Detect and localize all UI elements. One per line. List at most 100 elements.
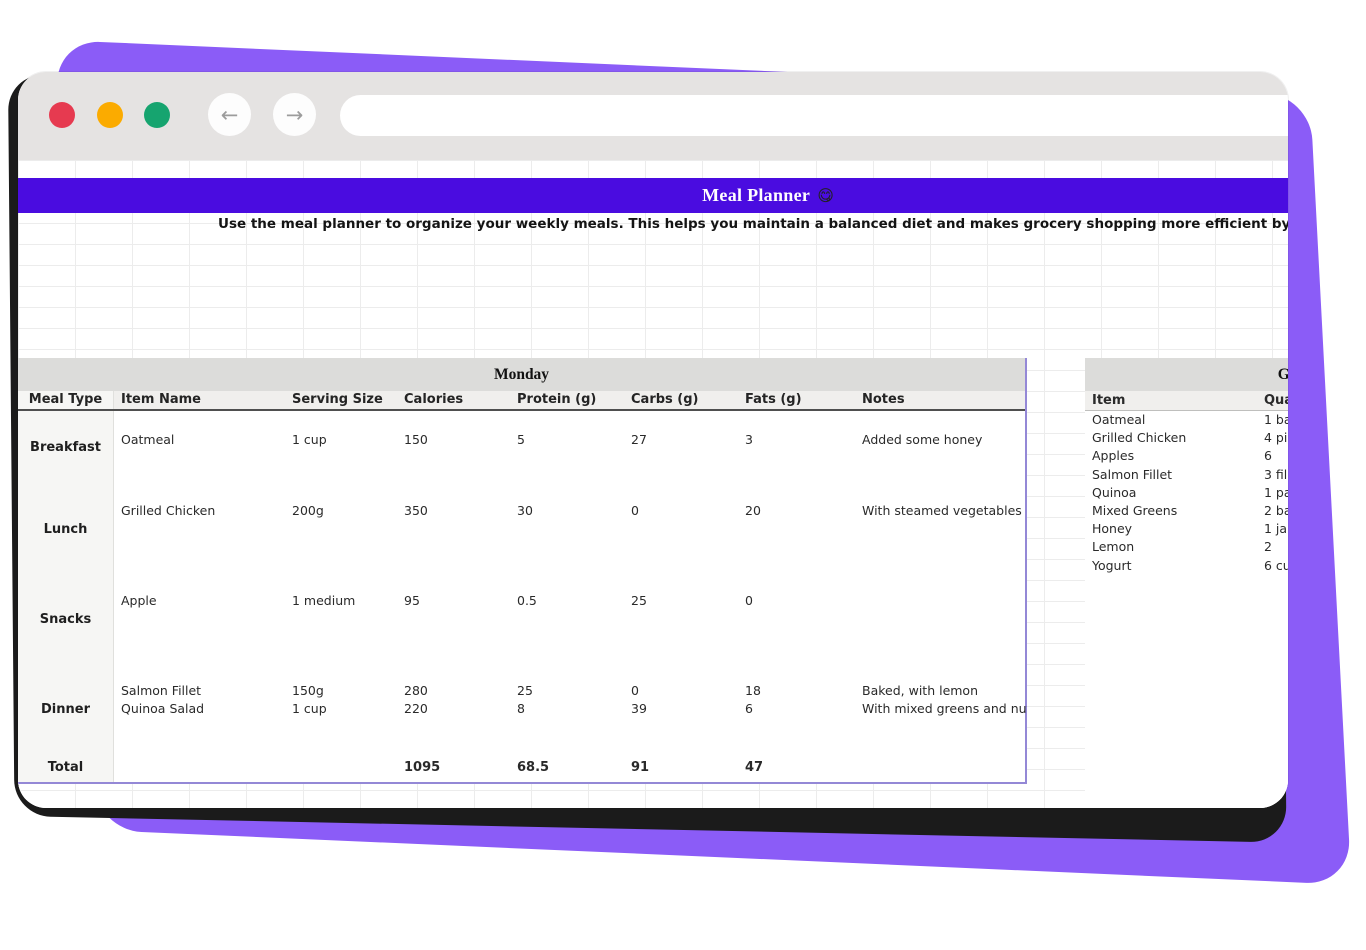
dinner-item-2-calories[interactable]: 220 <box>404 700 510 718</box>
dinner-item-1-fats[interactable]: 18 <box>745 682 855 700</box>
col-header-notes[interactable]: Notes <box>855 391 1027 409</box>
back-arrow-icon: ← <box>220 102 239 127</box>
grocery-item-cell[interactable]: Honey <box>1085 520 1257 538</box>
item-name-cell[interactable]: Apple <box>114 578 285 668</box>
empty-cell <box>114 753 285 782</box>
carbs-cell[interactable]: 25 <box>624 578 738 668</box>
day-header-monday[interactable]: Monday <box>18 358 1025 391</box>
protein-cell[interactable]: 25 8 <box>510 668 624 753</box>
serving-cell[interactable]: 1 cup <box>285 411 397 488</box>
grocery-qty-cell[interactable]: 3 fillets <box>1257 466 1288 484</box>
grocery-qty-cell[interactable]: 2 bags <box>1257 502 1288 520</box>
carbs-cell[interactable]: 27 <box>624 411 738 488</box>
col-header-protein[interactable]: Protein (g) <box>510 391 624 409</box>
grocery-item-cell[interactable]: Quinoa <box>1085 484 1257 502</box>
calories-cell[interactable]: 350 <box>397 488 510 578</box>
grocery-item-cell[interactable]: Grilled Chicken <box>1085 429 1257 447</box>
dinner-item-2-notes[interactable]: With mixed greens and nuts <box>862 700 1027 718</box>
total-fats-cell[interactable]: 47 <box>738 753 855 782</box>
breakfast-row: Breakfast Oatmeal 1 cup 150 5 27 3 Added… <box>18 411 1025 488</box>
grocery-title-monday[interactable]: Grocery List <box>1085 358 1288 391</box>
notes-cell[interactable]: Baked, with lemon With mixed greens and … <box>855 668 1027 753</box>
grocery-row: Quinoa1 pack <box>1085 484 1288 502</box>
forward-button[interactable]: → <box>273 93 316 136</box>
dinner-item-1-name[interactable]: Salmon Fillet <box>121 682 285 700</box>
grocery-qty-cell[interactable]: 1 jar <box>1257 520 1288 538</box>
grocery-item-cell[interactable]: Salmon Fillet <box>1085 466 1257 484</box>
grocery-item-cell[interactable]: Apples <box>1085 447 1257 465</box>
dinner-item-1-serving[interactable]: 150g <box>292 682 397 700</box>
grocery-col-quantity[interactable]: Quantity <box>1257 391 1288 410</box>
total-carbs-cell[interactable]: 91 <box>624 753 738 782</box>
carbs-cell[interactable]: 0 39 <box>624 668 738 753</box>
calories-cell[interactable]: 150 <box>397 411 510 488</box>
protein-cell[interactable]: 0.5 <box>510 578 624 668</box>
back-button[interactable]: ← <box>208 93 251 136</box>
grocery-item-cell[interactable]: Oatmeal <box>1085 411 1257 429</box>
grocery-qty-cell[interactable]: 4 pieces <box>1257 429 1288 447</box>
forward-arrow-icon: → <box>285 102 304 127</box>
item-name-cell[interactable]: Oatmeal <box>114 411 285 488</box>
col-header-carbs[interactable]: Carbs (g) <box>624 391 738 409</box>
notes-cell[interactable] <box>855 578 1027 668</box>
grocery-qty-cell[interactable]: 1 bag <box>1257 411 1288 429</box>
total-protein-cell[interactable]: 68.5 <box>510 753 624 782</box>
carbs-cell[interactable]: 0 <box>624 488 738 578</box>
serving-cell[interactable]: 1 medium <box>285 578 397 668</box>
item-name-cell[interactable]: Grilled Chicken <box>114 488 285 578</box>
grocery-qty-cell[interactable]: 6 <box>1257 447 1288 465</box>
col-header-item-name[interactable]: Item Name <box>114 391 285 409</box>
fats-cell[interactable]: 20 <box>738 488 855 578</box>
serving-cell[interactable]: 200g <box>285 488 397 578</box>
dinner-item-2-serving[interactable]: 1 cup <box>292 700 397 718</box>
page-title: Meal Planner <box>702 185 811 205</box>
close-window-button[interactable] <box>49 102 75 128</box>
meal-type-cell[interactable]: Dinner <box>18 668 114 753</box>
col-header-fats[interactable]: Fats (g) <box>738 391 855 409</box>
col-header-calories[interactable]: Calories <box>397 391 510 409</box>
calories-cell[interactable]: 280 220 <box>397 668 510 753</box>
meal-type-cell[interactable]: Breakfast <box>18 411 114 488</box>
total-row: Total 1095 68.5 91 47 <box>18 753 1025 784</box>
monday-column-header-row: Meal Type Item Name Serving Size Calorie… <box>18 391 1025 411</box>
total-label-cell[interactable]: Total <box>18 753 114 782</box>
calories-cell[interactable]: 95 <box>397 578 510 668</box>
grocery-row: Yogurt6 cups <box>1085 557 1288 575</box>
grocery-row: Grilled Chicken4 pieces <box>1085 429 1288 447</box>
item-name-cell[interactable]: Salmon Fillet Quinoa Salad <box>114 668 285 753</box>
meal-type-cell[interactable]: Lunch <box>18 488 114 578</box>
dinner-item-2-protein[interactable]: 8 <box>517 700 624 718</box>
grocery-qty-cell[interactable]: 1 pack <box>1257 484 1288 502</box>
dinner-item-2-name[interactable]: Quinoa Salad <box>121 700 285 718</box>
grocery-qty-cell[interactable]: 2 <box>1257 538 1288 556</box>
planner-description: Use the meal planner to organize your we… <box>218 216 1288 232</box>
dinner-item-2-fats[interactable]: 6 <box>745 700 855 718</box>
dinner-item-1-notes[interactable]: Baked, with lemon <box>862 682 1027 700</box>
dinner-item-2-carbs[interactable]: 39 <box>631 700 738 718</box>
fats-cell[interactable]: 0 <box>738 578 855 668</box>
notes-cell[interactable]: Added some honey <box>855 411 1027 488</box>
dinner-item-1-protein[interactable]: 25 <box>517 682 624 700</box>
grocery-item-cell[interactable]: Yogurt <box>1085 557 1257 575</box>
grocery-item-cell[interactable]: Lemon <box>1085 538 1257 556</box>
grocery-item-cell[interactable]: Mixed Greens <box>1085 502 1257 520</box>
col-header-meal-type[interactable]: Meal Type <box>18 391 114 409</box>
savoring-face-emoji-icon: 😋 <box>817 186 834 205</box>
fats-cell[interactable]: 18 6 <box>738 668 855 753</box>
grocery-col-item[interactable]: Item <box>1085 391 1257 410</box>
grocery-qty-cell[interactable]: 6 cups <box>1257 557 1288 575</box>
protein-cell[interactable]: 30 <box>510 488 624 578</box>
total-calories-cell[interactable]: 1095 <box>397 753 510 782</box>
col-header-serving-size[interactable]: Serving Size <box>285 391 397 409</box>
dinner-item-1-carbs[interactable]: 0 <box>631 682 738 700</box>
notes-cell[interactable]: With steamed vegetables <box>855 488 1027 578</box>
monday-meal-table: Monday Meal Type Item Name Serving Size … <box>18 358 1027 784</box>
meal-type-cell[interactable]: Snacks <box>18 578 114 668</box>
serving-cell[interactable]: 150g 1 cup <box>285 668 397 753</box>
protein-cell[interactable]: 5 <box>510 411 624 488</box>
zoom-window-button[interactable] <box>144 102 170 128</box>
dinner-item-1-calories[interactable]: 280 <box>404 682 510 700</box>
fats-cell[interactable]: 3 <box>738 411 855 488</box>
minimize-window-button[interactable] <box>97 102 123 128</box>
url-bar[interactable] <box>340 95 1288 136</box>
